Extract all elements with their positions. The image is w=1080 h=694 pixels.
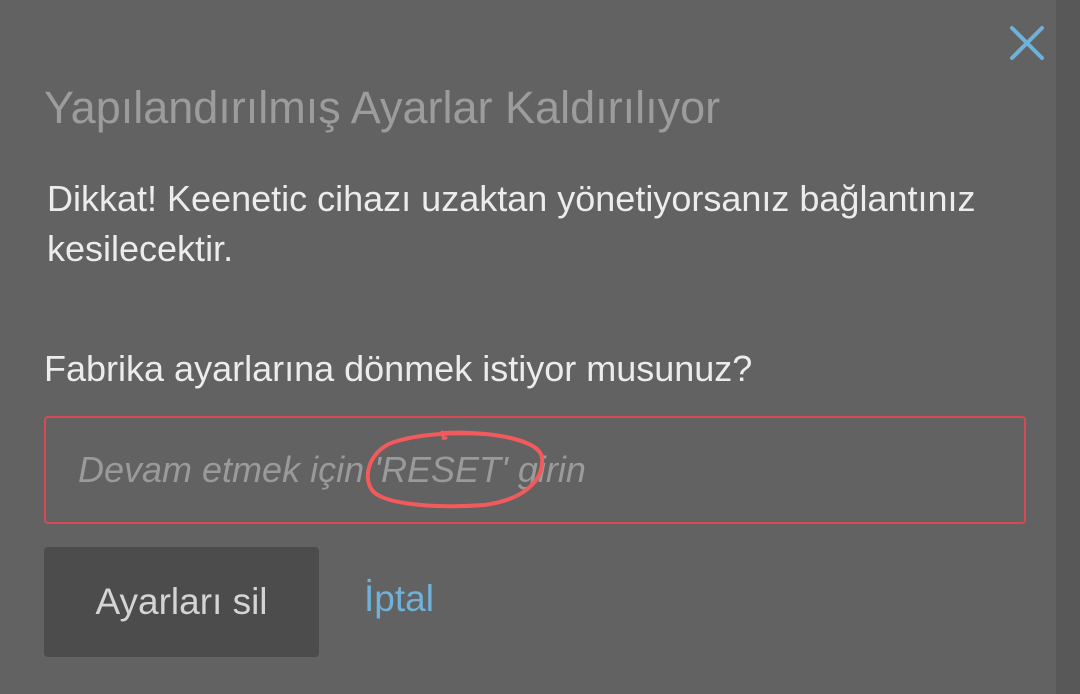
reset-settings-dialog: Yapılandırılmış Ayarlar Kaldırılıyor Dik… xyxy=(0,0,1056,694)
cancel-link[interactable]: İptal xyxy=(364,574,434,624)
reset-confirmation-input[interactable] xyxy=(46,418,1024,522)
reset-input-container xyxy=(44,416,1026,524)
dialog-title: Yapılandırılmış Ayarlar Kaldırılıyor xyxy=(44,82,721,133)
delete-settings-button[interactable]: Ayarları sil xyxy=(44,547,319,657)
close-icon xyxy=(1010,26,1044,60)
warning-message: Dikkat! Keenetic cihazı uzaktan yönetiyo… xyxy=(47,178,976,269)
close-button[interactable] xyxy=(1006,22,1048,64)
confirmation-question: Fabrika ayarlarına dönmek istiyor musunu… xyxy=(44,348,753,389)
